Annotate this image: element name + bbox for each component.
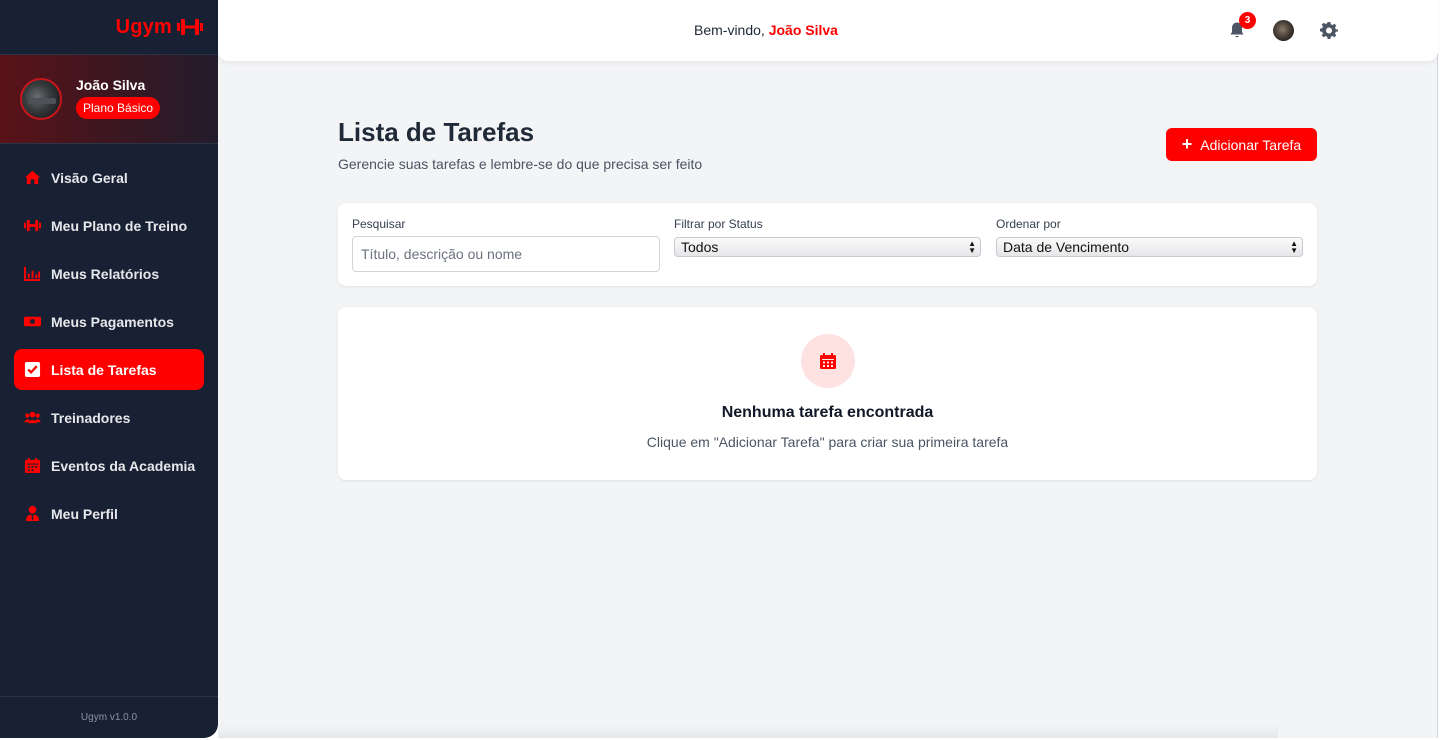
user-tie-icon xyxy=(24,505,41,522)
dumbbell-icon xyxy=(177,19,203,35)
calendar-icon xyxy=(820,353,836,369)
sidebar-nav: Visão Geral Meu Plano de Treino Meus Rel… xyxy=(0,144,218,534)
search-label: Pesquisar xyxy=(352,217,406,231)
brand[interactable]: Ugym xyxy=(0,0,218,55)
welcome-message: Bem-vindo, João Silva xyxy=(694,22,838,38)
sidebar-item-plano-treino[interactable]: Meu Plano de Treino xyxy=(14,205,204,246)
add-task-button[interactable]: + Adicionar Tarefa xyxy=(1166,128,1317,161)
sidebar-item-eventos[interactable]: Eventos da Academia xyxy=(14,445,204,486)
money-icon xyxy=(24,313,41,330)
sidebar-item-relatorios[interactable]: Meus Relatórios xyxy=(14,253,204,294)
sidebar-item-pagamentos[interactable]: Meus Pagamentos xyxy=(14,301,204,342)
topbar: Bem-vindo, João Silva 3 xyxy=(218,0,1438,61)
brand-name: Ugym xyxy=(115,15,172,38)
sort-label: Ordenar por xyxy=(996,217,1061,231)
select-arrows-icon: ▲ ▼ xyxy=(968,239,976,255)
user-name: João Silva xyxy=(76,77,146,93)
main-content: Bem-vindo, João Silva 3 Lista de Tarefas… xyxy=(218,0,1438,738)
sort-select[interactable]: Data de Vencimento ▲ ▼ xyxy=(996,237,1303,257)
dumbbell-icon xyxy=(24,217,41,234)
sort-value: Data de Vencimento xyxy=(1003,239,1130,255)
users-icon xyxy=(24,409,41,426)
empty-state-card: Nenhuma tarefa encontrada Clique em "Adi… xyxy=(338,307,1317,480)
plus-icon: + xyxy=(1181,133,1193,154)
sidebar-item-label: Eventos da Academia xyxy=(51,457,196,474)
sidebar-item-label: Visão Geral xyxy=(51,169,128,186)
sidebar-item-label: Meus Relatórios xyxy=(51,265,160,282)
status-filter-value: Todos xyxy=(681,239,719,255)
sidebar-item-lista-tarefas[interactable]: Lista de Tarefas xyxy=(14,349,204,390)
home-icon xyxy=(24,169,41,186)
avatar xyxy=(20,78,62,120)
filters-card: Pesquisar Filtrar por Status Todos ▲▼ Or… xyxy=(338,203,1317,286)
bottom-shadow xyxy=(218,724,1278,738)
sidebar-item-label: Meu Perfil xyxy=(51,505,118,522)
gear-icon[interactable] xyxy=(1320,21,1338,39)
calendar-icon xyxy=(24,457,41,474)
notification-badge: 3 xyxy=(1239,12,1256,29)
page-subtitle: Gerencie suas tarefas e lembre-se do que… xyxy=(338,156,703,172)
avatar[interactable] xyxy=(1273,20,1294,41)
sidebar-item-label: Treinadores xyxy=(51,409,131,426)
checkbox-icon xyxy=(24,361,41,378)
sidebar-item-label: Lista de Tarefas xyxy=(51,361,157,378)
sidebar: Ugym João Silva Plano Básico Visão Geral xyxy=(0,0,218,738)
page-title: Lista de Tarefas xyxy=(338,117,535,147)
user-profile-card[interactable]: João Silva Plano Básico xyxy=(0,55,218,144)
status-filter-label: Filtrar por Status xyxy=(674,217,763,231)
empty-state-subtitle: Clique em "Adicionar Tarefa" para criar … xyxy=(646,434,1009,450)
sidebar-item-label: Meu Plano de Treino xyxy=(51,217,188,234)
status-filter-select[interactable]: Todos ▲ ▼ xyxy=(674,237,981,257)
plan-badge: Plano Básico xyxy=(76,97,161,119)
chart-icon xyxy=(24,265,41,282)
empty-state-title: Nenhuma tarefa encontrada xyxy=(721,404,934,421)
sidebar-item-visao-geral[interactable]: Visão Geral xyxy=(14,157,204,198)
app-version: Ugym v1.0.0 xyxy=(0,696,218,738)
empty-state-icon-circle xyxy=(801,334,855,388)
sidebar-item-perfil[interactable]: Meu Perfil xyxy=(14,493,204,534)
select-arrows-icon: ▲ ▼ xyxy=(1290,239,1298,255)
search-input[interactable] xyxy=(352,236,660,272)
sidebar-item-label: Meus Pagamentos xyxy=(51,313,174,330)
add-task-label: Adicionar Tarefa xyxy=(1200,136,1302,153)
welcome-prefix: Bem-vindo, xyxy=(694,22,765,38)
sidebar-item-treinadores[interactable]: Treinadores xyxy=(14,397,204,438)
welcome-user-name: João Silva xyxy=(768,22,838,38)
